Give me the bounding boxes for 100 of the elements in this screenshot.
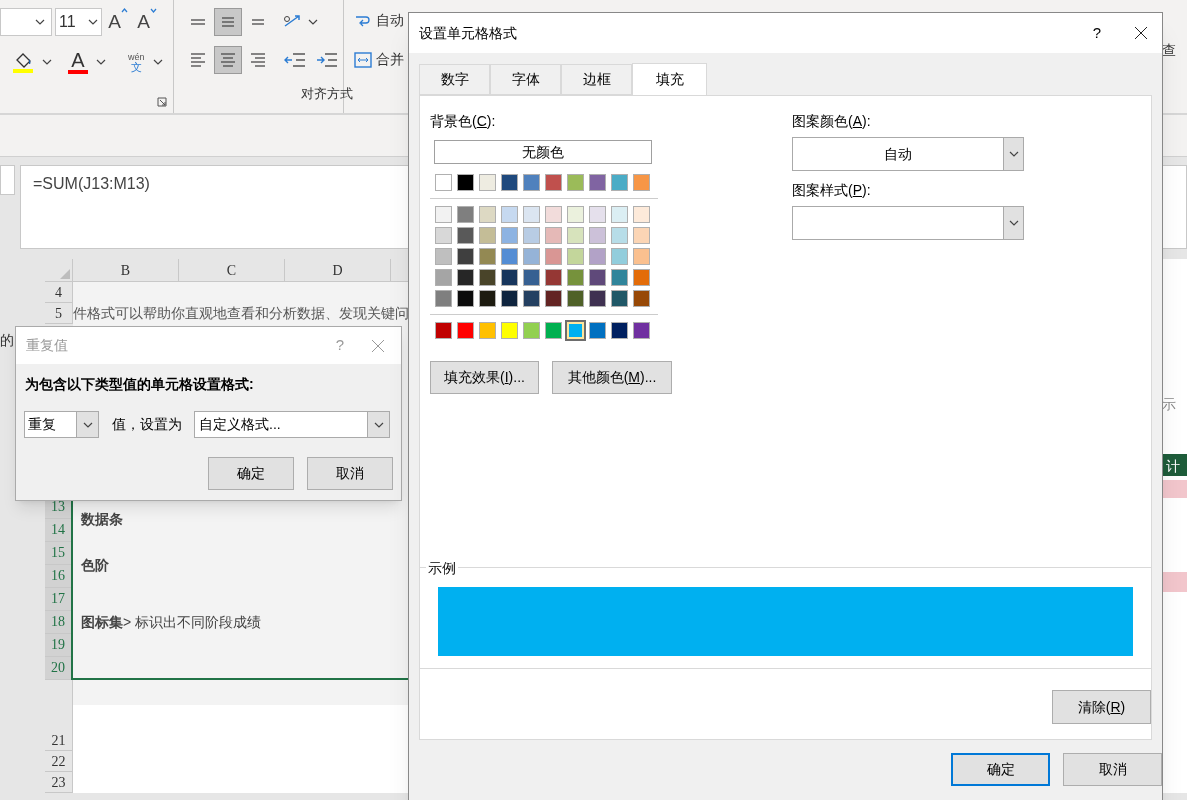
color-swatch[interactable]: [633, 248, 650, 265]
grow-font-button[interactable]: A: [105, 8, 131, 36]
color-swatch[interactable]: [567, 206, 584, 223]
color-swatch[interactable]: [479, 206, 496, 223]
color-swatch[interactable]: [435, 322, 452, 339]
dialog-tab[interactable]: 边框: [561, 64, 632, 95]
color-swatch[interactable]: [633, 174, 650, 191]
color-swatch[interactable]: [501, 248, 518, 265]
color-swatch[interactable]: [611, 248, 628, 265]
color-swatch[interactable]: [633, 206, 650, 223]
dialog-button[interactable]: 填充效果(I)...: [430, 361, 539, 394]
color-swatch[interactable]: [589, 206, 606, 223]
row-header[interactable]: 23: [45, 772, 72, 793]
dialog-button[interactable]: 取消: [307, 457, 393, 490]
color-swatch[interactable]: [545, 206, 562, 223]
row-header[interactable]: 17: [45, 588, 71, 611]
color-swatch[interactable]: [479, 174, 496, 191]
row-header[interactable]: 14: [45, 519, 71, 542]
color-swatch[interactable]: [435, 290, 452, 307]
color-swatch[interactable]: [435, 227, 452, 244]
color-swatch[interactable]: [501, 322, 518, 339]
color-swatch[interactable]: [457, 206, 474, 223]
color-swatch[interactable]: [545, 269, 562, 286]
dialog-tab[interactable]: 字体: [490, 64, 561, 95]
color-swatch[interactable]: [567, 269, 584, 286]
dialog-launcher-icon[interactable]: [157, 97, 167, 107]
color-swatch[interactable]: [567, 248, 584, 265]
row-header[interactable]: 4: [45, 282, 73, 303]
dialog-button[interactable]: 其他颜色(M)...: [552, 361, 672, 394]
decrease-indent-icon[interactable]: [284, 51, 306, 69]
color-swatch[interactable]: [589, 174, 606, 191]
color-swatch[interactable]: [523, 290, 540, 307]
color-swatch[interactable]: [611, 206, 628, 223]
close-icon[interactable]: [1134, 26, 1148, 40]
color-swatch[interactable]: [501, 269, 518, 286]
color-swatch[interactable]: [523, 227, 540, 244]
color-swatch[interactable]: [479, 322, 496, 339]
color-swatch[interactable]: [479, 248, 496, 265]
row-header[interactable]: 19: [45, 634, 71, 657]
color-swatch[interactable]: [501, 174, 518, 191]
color-swatch[interactable]: [589, 248, 606, 265]
row-header[interactable]: 20: [45, 657, 71, 680]
color-swatch[interactable]: [545, 322, 562, 339]
row-header[interactable]: 16: [45, 565, 71, 588]
shrink-font-button[interactable]: A: [134, 8, 160, 36]
color-swatch[interactable]: [523, 248, 540, 265]
dialog-button[interactable]: 确定: [951, 753, 1050, 786]
color-swatch[interactable]: [611, 322, 628, 339]
color-swatch[interactable]: [523, 322, 540, 339]
color-swatch[interactable]: [435, 174, 452, 191]
help-button[interactable]: ?: [1082, 21, 1112, 45]
color-swatch[interactable]: [545, 248, 562, 265]
color-swatch[interactable]: [545, 290, 562, 307]
color-swatch[interactable]: [589, 322, 606, 339]
no-color-button[interactable]: 无颜色: [434, 140, 652, 164]
color-swatch[interactable]: [589, 290, 606, 307]
color-swatch[interactable]: [501, 227, 518, 244]
row-header[interactable]: 21: [45, 730, 72, 751]
phonetic-button[interactable]: wén 文: [128, 48, 163, 76]
color-swatch[interactable]: [457, 269, 474, 286]
color-swatch[interactable]: [457, 322, 474, 339]
align-button[interactable]: [214, 8, 242, 36]
row-header[interactable]: 5: [45, 303, 73, 324]
font-name-field[interactable]: [0, 8, 52, 36]
color-swatch[interactable]: [545, 227, 562, 244]
color-swatch[interactable]: [633, 322, 650, 339]
color-swatch[interactable]: [633, 290, 650, 307]
color-swatch[interactable]: [479, 227, 496, 244]
color-swatch[interactable]: [611, 227, 628, 244]
color-swatch[interactable]: [435, 206, 452, 223]
format-select[interactable]: 自定义格式...: [194, 411, 390, 438]
dialog-button[interactable]: 取消: [1063, 753, 1162, 786]
color-swatch[interactable]: [523, 174, 540, 191]
row-header[interactable]: 18: [45, 611, 71, 634]
font-size-field[interactable]: 11: [55, 8, 102, 36]
color-swatch[interactable]: [611, 269, 628, 286]
name-box[interactable]: [0, 165, 15, 195]
color-swatch[interactable]: [589, 269, 606, 286]
color-swatch[interactable]: [611, 174, 628, 191]
wrap-text-button[interactable]: 自动: [354, 10, 404, 31]
color-swatch[interactable]: [567, 174, 584, 191]
color-swatch[interactable]: [633, 269, 650, 286]
type-select[interactable]: 重复: [24, 411, 99, 438]
color-swatch[interactable]: [479, 269, 496, 286]
color-swatch[interactable]: [501, 290, 518, 307]
color-swatch[interactable]: [457, 174, 474, 191]
color-swatch[interactable]: [567, 290, 584, 307]
color-swatch[interactable]: [567, 227, 584, 244]
color-swatch[interactable]: [545, 174, 562, 191]
pattern-color-select[interactable]: 自动: [792, 137, 1024, 171]
color-swatch[interactable]: [479, 290, 496, 307]
color-swatch[interactable]: [457, 227, 474, 244]
dialog-tab[interactable]: 数字: [419, 64, 490, 95]
color-swatch[interactable]: [501, 206, 518, 223]
column-header[interactable]: D: [285, 259, 391, 281]
pattern-style-select[interactable]: [792, 206, 1024, 240]
dialog-tab[interactable]: 填充: [632, 63, 707, 96]
align-button[interactable]: [214, 46, 242, 74]
column-header[interactable]: C: [179, 259, 285, 281]
color-swatch[interactable]: [523, 206, 540, 223]
